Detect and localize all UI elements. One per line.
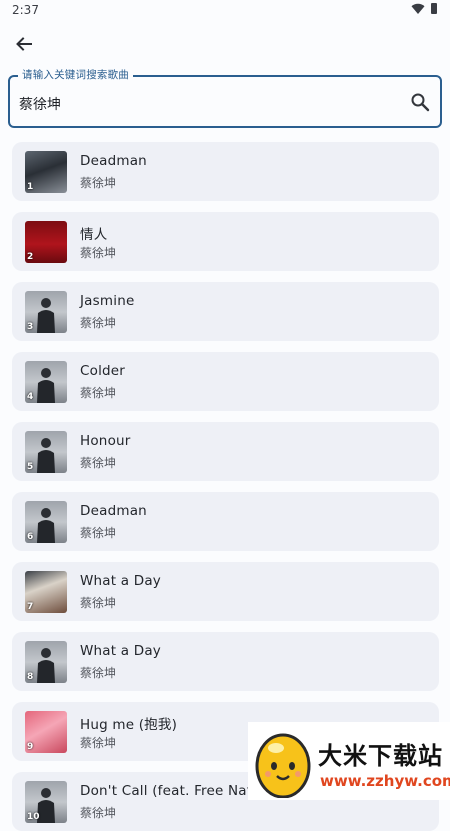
song-artist: 蔡徐坤 — [80, 666, 117, 680]
song-row[interactable]: 2 情人蔡徐坤 — [12, 212, 439, 271]
song-title: What a Day — [80, 643, 161, 659]
watermark: 大米下载站 www.zzhyw.com — [248, 722, 450, 800]
album-cover: 2 — [25, 221, 67, 263]
song-title: 情人 — [80, 227, 108, 243]
song-artist: 蔡徐坤 — [80, 246, 117, 260]
wifi-icon — [411, 3, 425, 15]
album-cover: 3 — [25, 291, 67, 333]
song-row[interactable]: 8 What a Day 蔡徐坤 — [12, 632, 439, 691]
rank-number: 2 — [27, 252, 34, 262]
status-time: 2:37 — [12, 3, 39, 17]
song-title: Don't Call (feat. Free Nation — [80, 783, 274, 799]
song-title: Hug me (抱我) — [80, 717, 178, 733]
song-title: What a Day — [80, 573, 161, 589]
album-cover: 6 — [25, 501, 67, 543]
search-icon[interactable] — [409, 91, 431, 113]
portrait-silhouette — [37, 508, 55, 543]
song-title: Deadman — [80, 153, 147, 169]
album-cover: 5 — [25, 431, 67, 473]
song-artist: 蔡徐坤 — [80, 806, 117, 820]
search-field[interactable]: 请输入关键词搜索歌曲 蔡徐坤 — [8, 67, 442, 128]
song-artist: 蔡徐坤 — [80, 736, 117, 750]
battery-icon — [431, 3, 437, 14]
watermark-title: 大米下载站 — [318, 742, 443, 770]
song-title: Jasmine — [80, 293, 135, 309]
song-row[interactable]: 7 What a Day 蔡徐坤 — [12, 562, 439, 621]
arrow-left-icon — [16, 37, 32, 51]
rank-number: 8 — [27, 672, 34, 682]
song-row[interactable]: 1 Deadman 蔡徐坤 — [12, 142, 439, 201]
song-artist: 蔡徐坤 — [80, 596, 117, 610]
portrait-silhouette — [37, 298, 55, 333]
song-row[interactable]: 4 Colder 蔡徐坤 — [12, 352, 439, 411]
album-cover: 7 — [25, 571, 67, 613]
song-row[interactable]: 3 Jasmine 蔡徐坤 — [12, 282, 439, 341]
rank-number: 7 — [27, 602, 34, 612]
song-row[interactable]: 5 Honour 蔡徐坤 — [12, 422, 439, 481]
portrait-silhouette — [37, 438, 55, 473]
song-artist: 蔡徐坤 — [80, 526, 117, 540]
rank-number: 1 — [27, 182, 34, 192]
rank-number: 6 — [27, 532, 34, 542]
rank-number: 4 — [27, 392, 34, 402]
album-cover: 4 — [25, 361, 67, 403]
egg-mascot-logo — [255, 733, 311, 798]
song-title: Deadman — [80, 503, 147, 519]
portrait-silhouette — [37, 368, 55, 403]
song-title: Colder — [80, 363, 126, 379]
album-cover: 9 — [25, 711, 67, 753]
song-artist: 蔡徐坤 — [80, 456, 117, 470]
search-field-label: 请输入关键词搜索歌曲 — [18, 67, 133, 82]
status-bar: 2:37 — [0, 0, 450, 24]
portrait-silhouette — [37, 648, 55, 683]
rank-number: 10 — [27, 812, 40, 822]
song-artist: 蔡徐坤 — [80, 386, 117, 400]
watermark-url: www.zzhyw.com — [320, 772, 450, 790]
song-artist: 蔡徐坤 — [80, 316, 117, 330]
album-cover: 8 — [25, 641, 67, 683]
song-row[interactable]: 6 Deadman 蔡徐坤 — [12, 492, 439, 551]
back-button[interactable] — [10, 30, 38, 58]
song-artist: 蔡徐坤 — [80, 176, 117, 190]
rank-number: 5 — [27, 462, 34, 472]
album-cover: 10 — [25, 781, 67, 823]
search-input[interactable]: 蔡徐坤 — [19, 94, 61, 114]
rank-number: 9 — [27, 742, 34, 752]
song-title: Honour — [80, 433, 131, 449]
rank-number: 3 — [27, 322, 34, 332]
album-cover: 1 — [25, 151, 67, 193]
